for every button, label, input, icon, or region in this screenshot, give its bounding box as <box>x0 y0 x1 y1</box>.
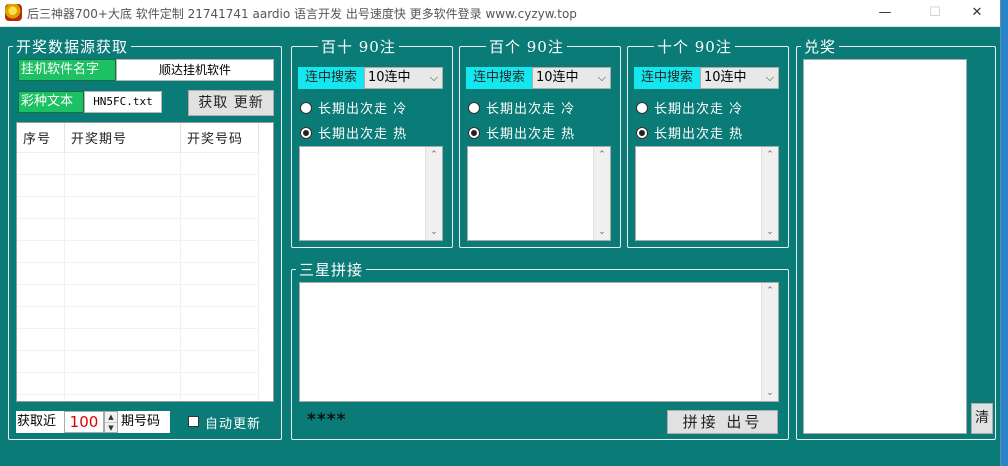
scroll-down-icon[interactable]: ⌄ <box>426 224 442 240</box>
scroll-up-icon[interactable]: ⌃ <box>594 147 610 163</box>
combine-panel-legend: 三星拼接 <box>299 261 364 279</box>
draw-results-list[interactable]: 序号 开奖期号 开奖号码 <box>16 122 274 402</box>
chevron-down-icon: ⌵ <box>765 71 774 84</box>
prize-output[interactable] <box>803 59 967 434</box>
radio-icon <box>300 102 312 114</box>
lottery-text-input[interactable]: HN5FC.txt <box>84 91 162 113</box>
group-shige-streak-select[interactable]: 10连中 ⌵ <box>700 67 779 89</box>
maximize-button[interactable]: ☐ <box>912 0 958 26</box>
table-row <box>17 350 259 373</box>
app-icon <box>5 4 22 21</box>
table-header-row: 序号 开奖期号 开奖号码 <box>17 123 259 153</box>
group-baishi-cold-label: 长期出次走 冷 <box>318 102 408 117</box>
radio-selected-icon <box>300 127 312 139</box>
group-baige-hot-label: 长期出次走 热 <box>486 127 576 142</box>
group-baishi-search-label: 连中搜索 <box>298 67 364 89</box>
minimize-button[interactable]: — <box>862 0 908 26</box>
group-shige-legend: 十个 90注 <box>657 38 732 56</box>
chevron-down-icon: ⌵ <box>597 71 606 84</box>
spinner-up-icon[interactable]: ▲ <box>105 412 117 423</box>
group-baige-output[interactable]: ⌃ ⌄ <box>467 146 611 241</box>
table-row <box>17 394 259 401</box>
group-baishi-radio-hot[interactable]: 长期出次走 热 <box>300 123 407 142</box>
chevron-down-icon: ⌵ <box>429 71 438 84</box>
group-baige-select-value: 10连中 <box>536 70 579 85</box>
group-baige-radio-hot[interactable]: 长期出次走 热 <box>468 123 575 142</box>
window-title: 后三神器700+大底 软件定制 21741741 aardio 语言开发 出号速… <box>27 7 577 21</box>
auto-update-label: 自动更新 <box>205 417 262 432</box>
scroll-up-icon[interactable]: ⌃ <box>762 283 778 299</box>
group-shige-radio-cold[interactable]: 长期出次走 冷 <box>636 98 743 117</box>
table-row <box>17 240 259 263</box>
group-shige-select-value: 10连中 <box>704 70 747 85</box>
group-baige-legend: 百个 90注 <box>489 38 564 56</box>
scrollbar[interactable]: ⌃ ⌄ <box>761 147 778 240</box>
group-baige-cold-label: 长期出次走 冷 <box>486 102 576 117</box>
table-row <box>17 218 259 241</box>
column-header-period[interactable]: 开奖期号 <box>64 123 181 153</box>
fetch-recent-label: 获取近 <box>16 411 65 433</box>
spinner-down-icon[interactable]: ▼ <box>105 423 117 433</box>
group-shige-cold-label: 长期出次走 冷 <box>654 102 744 117</box>
scrollbar[interactable]: ⌃ ⌄ <box>425 147 442 240</box>
group-baishi-legend: 百十 90注 <box>321 38 396 56</box>
column-header-index[interactable]: 序号 <box>17 123 65 153</box>
scroll-down-icon[interactable]: ⌄ <box>762 224 778 240</box>
draw-results-table: 序号 开奖期号 开奖号码 <box>17 123 259 401</box>
table-row <box>17 372 259 395</box>
periods-label: 期号码 <box>118 411 170 433</box>
scroll-down-icon[interactable]: ⌄ <box>762 385 778 401</box>
table-row <box>17 328 259 351</box>
group-baishi-output[interactable]: ⌃ ⌄ <box>299 146 443 241</box>
fetch-count-spinner[interactable]: ▲ ▼ <box>104 411 118 433</box>
title-bar: 后三神器700+大底 软件定制 21741741 aardio 语言开发 出号速… <box>0 0 1000 27</box>
table-row <box>17 152 259 175</box>
app-window: 后三神器700+大底 软件定制 21741741 aardio 语言开发 出号速… <box>0 0 1000 466</box>
group-baige-search-label: 连中搜索 <box>466 67 532 89</box>
scroll-up-icon[interactable]: ⌃ <box>762 147 778 163</box>
close-button[interactable]: ✕ <box>954 0 1000 26</box>
radio-icon <box>468 102 480 114</box>
group-shige-hot-label: 长期出次走 热 <box>654 127 744 142</box>
combine-generate-button[interactable]: 拼接 出号 <box>667 410 778 434</box>
radio-selected-icon <box>636 127 648 139</box>
table-row <box>17 262 259 285</box>
group-shige-search-label: 连中搜索 <box>634 67 700 89</box>
clear-button[interactable]: 清 <box>971 403 993 434</box>
lottery-text-label: 彩种文本 <box>18 91 84 113</box>
prize-panel-legend: 兑奖 <box>804 38 837 56</box>
table-row <box>17 284 259 307</box>
radio-icon <box>636 102 648 114</box>
software-name-label: 挂机软件名字 <box>18 59 116 81</box>
table-row <box>17 196 259 219</box>
combine-output[interactable]: ⌃ ⌄ <box>299 282 779 402</box>
group-shige-radio-hot[interactable]: 长期出次走 热 <box>636 123 743 142</box>
column-header-numbers[interactable]: 开奖号码 <box>180 123 259 153</box>
table-row <box>17 306 259 329</box>
radio-selected-icon <box>468 127 480 139</box>
group-baishi-hot-label: 长期出次走 热 <box>318 127 408 142</box>
combine-stars-text: **** <box>307 410 347 430</box>
fetch-update-button[interactable]: 获取 更新 <box>188 90 274 116</box>
scrollbar[interactable]: ⌃ ⌄ <box>593 147 610 240</box>
scroll-up-icon[interactable]: ⌃ <box>426 147 442 163</box>
group-baishi-select-value: 10连中 <box>368 70 411 85</box>
table-row <box>17 174 259 197</box>
group-baige-streak-select[interactable]: 10连中 ⌵ <box>532 67 611 89</box>
fetch-panel-legend: 开奖数据源获取 <box>16 38 129 56</box>
scroll-down-icon[interactable]: ⌄ <box>594 224 610 240</box>
auto-update-checkbox[interactable] <box>188 416 199 427</box>
desktop-background <box>1000 0 1008 466</box>
software-name-input[interactable]: 顺达挂机软件 <box>116 59 274 81</box>
group-shige-output[interactable]: ⌃ ⌄ <box>635 146 779 241</box>
fetch-count-input[interactable]: 100 <box>64 411 104 433</box>
scrollbar[interactable]: ⌃ ⌄ <box>761 283 778 401</box>
group-baishi-radio-cold[interactable]: 长期出次走 冷 <box>300 98 407 117</box>
group-baishi-streak-select[interactable]: 10连中 ⌵ <box>364 67 443 89</box>
group-baige-radio-cold[interactable]: 长期出次走 冷 <box>468 98 575 117</box>
